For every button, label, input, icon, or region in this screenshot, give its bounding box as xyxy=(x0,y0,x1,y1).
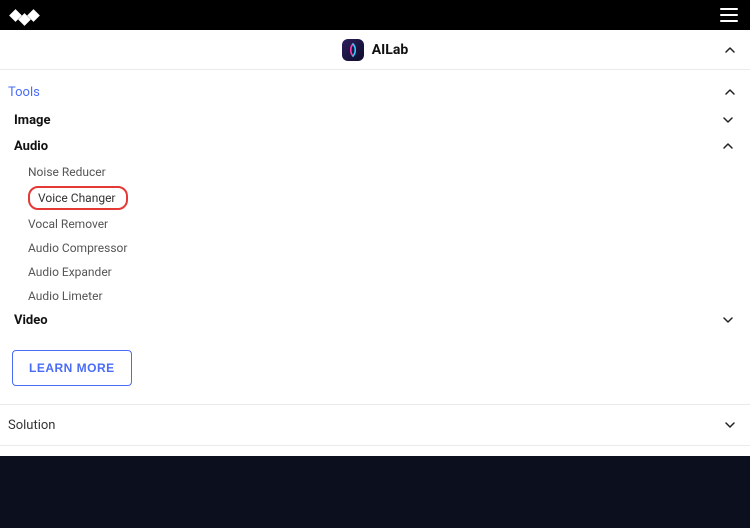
sub-item-audio-expander[interactable]: Audio Expander xyxy=(28,260,742,284)
category-label: Audio xyxy=(14,139,48,154)
chevron-up-icon xyxy=(722,42,738,58)
category-video[interactable]: Video xyxy=(8,308,742,334)
brand-logo[interactable] xyxy=(12,11,37,20)
chevron-down-icon xyxy=(720,312,736,328)
content-area: Tools Image Audio Noise Reducer Voice Ch… xyxy=(0,70,750,485)
category-image[interactable]: Image xyxy=(8,108,742,134)
chevron-up-icon xyxy=(722,84,738,100)
sub-item-vocal-remover[interactable]: Vocal Remover xyxy=(28,212,742,236)
solution-label: Solution xyxy=(8,418,55,433)
sub-item-noise-reducer[interactable]: Noise Reducer xyxy=(28,160,742,184)
tools-section[interactable]: Tools xyxy=(8,80,742,108)
category-audio[interactable]: Audio xyxy=(8,134,742,160)
category-label: Image xyxy=(14,113,50,128)
top-bar xyxy=(0,0,750,30)
sub-item-audio-compressor[interactable]: Audio Compressor xyxy=(28,236,742,260)
tools-link[interactable]: Tools xyxy=(8,85,40,100)
sub-item-audio-limeter[interactable]: Audio Limeter xyxy=(28,284,742,308)
chevron-up-icon xyxy=(720,138,736,154)
sub-item-voice-changer[interactable]: Voice Changer xyxy=(28,186,128,210)
menu-icon[interactable] xyxy=(716,4,742,26)
learn-more-button[interactable]: LEARN MORE xyxy=(12,350,132,386)
ailab-title: AILab xyxy=(372,42,408,58)
ailab-header[interactable]: AILab xyxy=(0,30,750,70)
chevron-down-icon xyxy=(720,112,736,128)
ailab-icon xyxy=(342,39,364,61)
chevron-down-icon xyxy=(722,417,738,433)
page-footer xyxy=(0,456,750,528)
solution-link[interactable]: Solution xyxy=(8,405,742,445)
audio-sub-list: Noise Reducer Voice Changer Vocal Remove… xyxy=(8,160,742,308)
category-label: Video xyxy=(14,313,48,328)
